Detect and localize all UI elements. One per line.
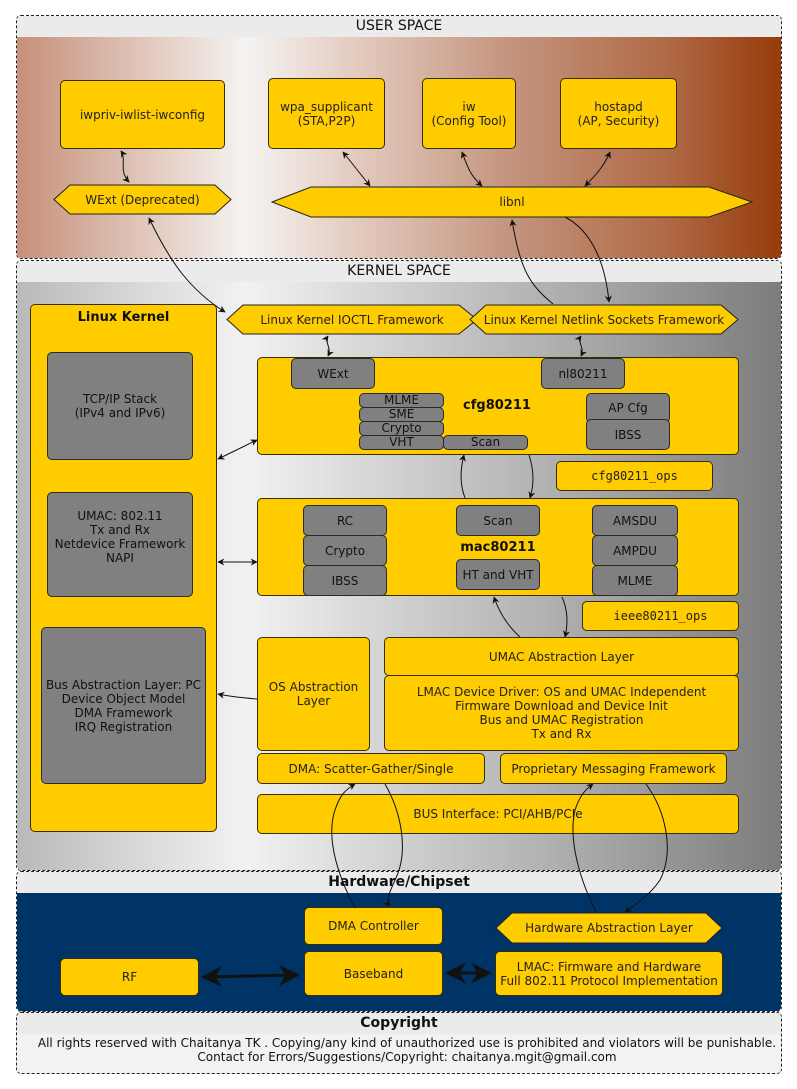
cfg80211-vht: VHT xyxy=(359,435,444,450)
cfg80211-wext: WExt xyxy=(291,358,375,389)
mac80211-scan: Scan xyxy=(456,505,540,536)
iwpriv-box: iwpriv-iwlist-iwconfig xyxy=(60,80,225,149)
iw-box: iw (Config Tool) xyxy=(422,78,516,149)
os-abstraction-box: OS Abstraction Layer xyxy=(257,637,370,751)
dma-box: DMA: Scatter-Gather/Single xyxy=(257,753,485,784)
copyright-text: All rights reserved with Chaitanya TK . … xyxy=(37,1036,777,1064)
hardware-title: Hardware/Chipset xyxy=(17,872,781,893)
ioctl-framework-banner: Linux Kernel IOCTL Framework xyxy=(226,304,478,335)
mac80211-mlme: MLME xyxy=(592,565,678,596)
umac-abstraction-box: UMAC Abstraction Layer xyxy=(384,637,739,676)
mac80211-amsdu: AMSDU xyxy=(592,505,678,536)
copyright-title: Copyright xyxy=(17,1013,781,1034)
rf-box: RF xyxy=(60,958,199,996)
lmac-firmware-box: LMAC: Firmware and Hardware Full 802.11 … xyxy=(495,951,723,996)
mac80211-ibss: IBSS xyxy=(303,565,387,596)
tcpip-stack-box: TCP/IP Stack (IPv4 and IPv6) xyxy=(47,352,193,460)
cfg80211-scan: Scan xyxy=(443,435,528,450)
linux-kernel-title: Linux Kernel xyxy=(77,310,170,325)
proprietary-messaging-box: Proprietary Messaging Framework xyxy=(500,753,727,784)
cfg80211-nl80211: nl80211 xyxy=(541,358,625,389)
mac80211-ampdu: AMPDU xyxy=(592,535,678,566)
bus-abstraction-box: Bus Abstraction Layer: PC Device Object … xyxy=(41,627,206,784)
mac80211-ht-vht: HT and VHT xyxy=(456,559,540,590)
cfg80211-ops-box: cfg80211_ops xyxy=(556,461,713,491)
cfg80211-title: cfg80211 xyxy=(463,398,531,413)
hostapd-box: hostapd (AP, Security) xyxy=(560,78,677,149)
mac80211-crypto: Crypto xyxy=(303,535,387,566)
hal-banner: Hardware Abstraction Layer xyxy=(495,912,723,944)
mac80211-rc: RC xyxy=(303,505,387,536)
baseband-box: Baseband xyxy=(304,951,443,996)
umac-box: UMAC: 802.11 Tx and Rx Netdevice Framewo… xyxy=(47,492,193,597)
kernel-space-title: KERNEL SPACE xyxy=(17,261,781,282)
user-space-title: USER SPACE xyxy=(17,16,781,37)
cfg80211-ibss: IBSS xyxy=(586,419,670,450)
cfg80211-sme: SME xyxy=(359,407,444,422)
dma-controller-box: DMA Controller xyxy=(304,907,443,945)
lmac-driver-box: LMAC Device Driver: OS and UMAC Independ… xyxy=(384,675,739,751)
wpa-supplicant-box: wpa_supplicant (STA,P2P) xyxy=(268,78,385,149)
cfg80211-crypto: Crypto xyxy=(359,421,444,436)
ieee80211-ops-box: ieee80211_ops xyxy=(582,601,739,631)
libnl-banner: libnl xyxy=(271,186,753,218)
bus-interface-box: BUS Interface: PCI/AHB/PCIe xyxy=(257,794,739,834)
wext-deprecated-banner: WExt (Deprecated) xyxy=(53,184,232,215)
netlink-framework-banner: Linux Kernel Netlink Sockets Framework xyxy=(469,304,739,335)
mac80211-title: mac80211 xyxy=(460,540,536,555)
cfg80211-mlme: MLME xyxy=(359,393,444,408)
